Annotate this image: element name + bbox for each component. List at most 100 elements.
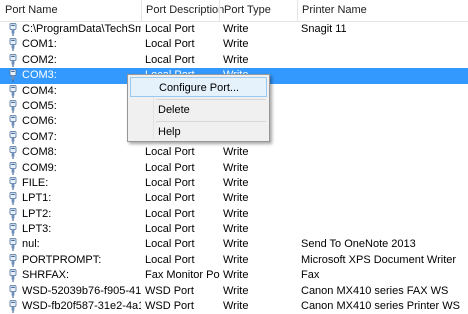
table-row[interactable]: FILE: Local Port Write <box>0 176 468 191</box>
printer-port-icon <box>8 238 18 252</box>
printer-port-icon <box>8 100 18 113</box>
port-description: Local Port <box>145 176 195 189</box>
port-name: COM5: <box>22 99 57 112</box>
menu-item-label: Help <box>158 126 181 138</box>
port-name-cell: COM4: <box>5 84 141 99</box>
port-description: WSD Port <box>145 284 194 297</box>
table-row[interactable]: LPT2: Local Port Write <box>0 207 468 222</box>
port-name: COM8: <box>22 146 57 159</box>
port-name-cell: COM6: <box>5 114 141 129</box>
table-row[interactable]: WSD-fb20f587-31e2-4a14-... WSD Port Write C… <box>0 299 468 314</box>
table-row[interactable]: PORTPROMPT: Local Port Write Microsoft XPS … <box>0 253 468 268</box>
port-name-cell: nul: <box>5 237 141 252</box>
printer-port-icon <box>8 161 18 175</box>
table-row[interactable]: LPT3: Local Port Write <box>0 222 468 237</box>
port-name: COM1: <box>22 38 57 51</box>
printer-name <box>301 99 466 114</box>
printer-name <box>301 37 466 52</box>
port-name: SHRFAX: <box>22 269 70 282</box>
port-name-cell: COM5: <box>5 99 141 114</box>
printer-port-icon <box>8 207 18 221</box>
printer-name <box>301 130 466 145</box>
table-row[interactable]: COM1: Local Port Write <box>0 37 468 52</box>
table-row[interactable]: nul: Local Port Write Send To OneNote 2013 <box>0 237 468 252</box>
ports-list[interactable]: Port Name Port Description Port Type Pri… <box>0 0 468 314</box>
port-type: Write <box>223 269 249 282</box>
port-name-cell: COM9: <box>5 161 141 176</box>
menu-item-configure-port[interactable]: Configure Port... <box>130 77 267 97</box>
port-type: Write <box>223 38 249 51</box>
printer-name: Send To OneNote 2013 <box>301 238 416 251</box>
port-name: COM7: <box>22 130 57 143</box>
column-port-name[interactable]: Port Name <box>0 0 141 21</box>
port-type: Write <box>223 23 249 35</box>
menu-item-delete[interactable]: Delete <box>130 100 267 120</box>
printer-port-icon <box>8 284 18 298</box>
column-printer-name[interactable]: Printer Name <box>297 0 468 21</box>
port-description: Fax Monitor Port <box>145 269 220 282</box>
printer-port-icon <box>8 300 18 314</box>
port-type: Write <box>223 146 249 159</box>
port-name: LPT2: <box>22 207 52 220</box>
port-type: Write <box>223 207 249 220</box>
printer-port-icon <box>8 69 18 83</box>
port-description: Local Port <box>145 23 195 35</box>
port-type: Write <box>223 53 249 66</box>
port-type: Write <box>223 161 249 174</box>
table-row[interactable]: LPT1: Local Port Write <box>0 191 468 206</box>
printer-name: Canon MX410 series Printer WS <box>301 300 460 313</box>
port-type: Write <box>223 253 249 266</box>
menu-item-label: Delete <box>158 104 190 116</box>
column-port-description[interactable]: Port Description <box>141 0 224 21</box>
printer-port-icon <box>8 269 18 283</box>
printer-port-icon <box>8 223 18 237</box>
table-row[interactable]: WSD-52039b76-f905-41c9-... WSD Port Write C… <box>0 284 468 299</box>
port-name-cell: WSD-fb20f587-31e2-4a14-... <box>5 299 141 314</box>
table-row[interactable]: C:\ProgramData\TechSmit... Local Port Writ… <box>0 22 468 37</box>
printer-name: Snagit 11 <box>301 23 347 35</box>
port-name: LPT1: <box>22 192 52 205</box>
port-type: Write <box>223 176 249 189</box>
port-name-cell: LPT3: <box>5 222 141 237</box>
port-type: Write <box>223 284 249 297</box>
port-name: COM6: <box>22 115 57 128</box>
port-description: WSD Port <box>145 300 194 313</box>
port-name-cell: PORTPROMPT: <box>5 253 141 268</box>
port-description: Local Port <box>145 146 195 159</box>
context-menu: Configure Port... Delete Help <box>127 74 270 142</box>
port-name: WSD-fb20f587-31e2-4a14-... <box>22 300 141 313</box>
port-name: PORTPROMPT: <box>22 253 102 266</box>
port-description: Local Port <box>145 192 195 205</box>
port-type: Write <box>223 238 249 251</box>
printer-port-icon <box>8 253 18 267</box>
table-row[interactable]: SHRFAX: Fax Monitor Port Write Fax <box>0 268 468 283</box>
printer-name <box>301 145 466 160</box>
table-row[interactable]: COM9: Local Port Write <box>0 161 468 176</box>
printer-port-icon <box>8 84 18 98</box>
printer-port-icon <box>8 23 18 36</box>
port-name: COM2: <box>22 53 57 66</box>
table-row[interactable]: COM8: Local Port Write <box>0 145 468 160</box>
menu-item-label: Configure Port... <box>159 82 240 94</box>
column-header: Port Name Port Description Port Type Pri… <box>0 0 468 22</box>
printer-name <box>301 222 466 237</box>
printer-port-icon <box>8 177 18 190</box>
port-name: LPT3: <box>22 223 52 236</box>
printer-name: Microsoft XPS Document Writer <box>301 253 457 266</box>
port-description: Local Port <box>145 53 195 66</box>
column-port-type[interactable]: Port Type <box>219 0 297 21</box>
printer-name <box>301 84 466 99</box>
menu-item-help[interactable]: Help <box>130 122 267 142</box>
port-name-cell: C:\ProgramData\TechSmit... <box>5 22 141 37</box>
port-name-cell: SHRFAX: <box>5 268 141 283</box>
port-name-cell: COM8: <box>5 145 141 160</box>
printer-port-icon <box>8 130 18 144</box>
printer-port-icon <box>8 146 18 160</box>
printer-name <box>301 176 466 191</box>
printer-name <box>301 53 466 68</box>
port-name: nul: <box>22 238 40 251</box>
port-name-cell: COM7: <box>5 130 141 145</box>
printer-name <box>301 207 466 222</box>
table-row[interactable]: COM2: Local Port Write <box>0 53 468 68</box>
port-type: Write <box>223 300 249 313</box>
